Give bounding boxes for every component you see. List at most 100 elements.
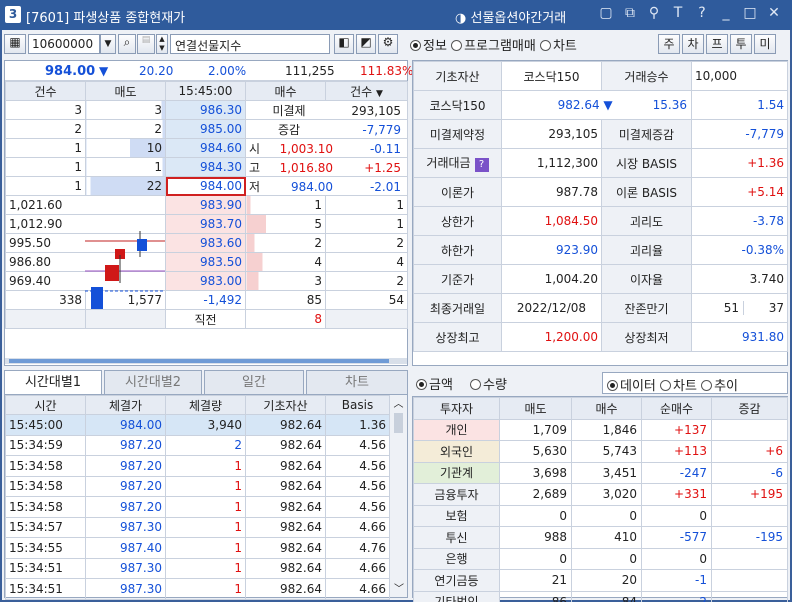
settings-gear-icon[interactable]: ⚙ [378,34,398,54]
maximize-icon[interactable]: □ [739,5,763,21]
pin-icon[interactable]: ⚲ [643,5,667,21]
remaining-days-2: 37 [768,301,784,315]
quick-open-interest-button[interactable]: 미 [754,34,776,54]
code-dropdown-icon[interactable]: ▼ [100,34,116,54]
col-ask-count: 건수 [5,81,86,101]
book-scrollbar[interactable] [5,358,407,364]
code-stepper[interactable]: ▲ ▼ [156,34,168,54]
radio-amount[interactable]: 금액 [416,374,453,393]
tick-row[interactable]: 15:34:58 987.20 1 982.64 4.56 [5,455,390,477]
ask-row[interactable]: 1 10 984.60 시 1,003.10 -0.11 [5,138,408,158]
window-number-badge: 3 [5,6,21,23]
quick-investor-button[interactable]: 투 [730,34,752,54]
quick-stock-button[interactable]: 주 [658,34,680,54]
ask-side-value: 1,016.80 [279,160,333,175]
order-book-panel: 984.00 ▼ 20.20 2.00% 111,255 111.83% 건수 … [4,60,413,366]
minimize-icon[interactable]: _ [715,5,739,21]
tick-row[interactable]: 15:34:57 987.30 1 982.64 4.66 [5,516,390,538]
book-scroll-thumb[interactable] [9,359,389,363]
tick-row[interactable]: 15:34:59 987.20 2 982.64 4.56 [5,434,390,456]
window-title: [7601] 파생상품 종합현재가 [26,11,186,26]
col-time: 15:45:00 [165,81,246,101]
radio-info[interactable]: 정보 [410,39,447,54]
ask-price: 986.30 [165,100,246,120]
help-icon[interactable]: ? [474,158,489,172]
search-icon[interactable]: ⌕ [118,34,136,54]
info-row: 이론가 987.78 이론 BASIS +5.14 [413,177,788,207]
night-trading-toggle[interactable]: ◑ 선물옵션야간거래 [455,7,566,26]
tick-row[interactable]: 15:34:51 987.30 1 982.64 4.66 [5,557,390,579]
layout-2-icon[interactable]: ◩ [356,34,376,54]
tab-chart[interactable]: 차트 [306,370,408,394]
tick-time: 15:34:51 [5,557,86,579]
investor-col-header: 투자자 [413,397,500,420]
investor-net: -2 [641,590,712,602]
bid-row[interactable]: 969.40 983.00 3 2 [5,271,408,291]
tick-scroll-thumb[interactable] [394,413,403,433]
radio-quantity[interactable]: 수량 [470,374,507,393]
tick-scrollbar[interactable]: ︿ ﹀ [389,395,407,597]
bid-count: 4 [325,252,408,272]
investor-row: 보험 0 0 0 [413,504,788,527]
investor-sell: 0 [499,547,572,570]
scroll-down-icon[interactable]: ﹀ [390,580,408,595]
radio-data[interactable]: 데이터 [607,379,656,394]
radio-investor-chart[interactable]: 차트 [660,379,697,394]
ask-row[interactable]: 1 1 984.30 고 1,016.80 +1.25 [5,157,408,177]
font-icon[interactable]: T [667,5,691,21]
code-list-icon[interactable]: ▦ [4,34,26,54]
ask-row[interactable]: 3 3 986.30 미결제 293,105 [5,100,408,120]
tick-basis: 4.56 [325,496,390,518]
tick-volume: 2 [165,434,246,456]
info-label: 이론가 [413,177,502,207]
scroll-up-icon[interactable]: ︿ [390,395,407,413]
tick-row[interactable]: 15:34:58 987.20 1 982.64 4.56 [5,496,390,518]
underlying-arrow-icon: ▼ [599,98,613,112]
investor-row: 외국인 5,630 5,743 +113 +6 [413,440,788,463]
layout-1-icon[interactable]: ◧ [334,34,354,54]
tick-underlying: 982.64 [245,414,326,436]
bid-row[interactable]: 986.80 983.50 4 4 [5,252,408,272]
tab-time-2[interactable]: 시간대별2 [104,370,202,394]
investor-delta: +6 [711,440,788,463]
layout-icon[interactable]: ▢ [595,5,619,21]
bid-row[interactable]: 1,012.90 983.70 5 1 [5,214,408,234]
ask-qty: 2 [85,119,166,139]
bid-row[interactable]: 995.50 983.60 2 2 [5,233,408,253]
ask-row[interactable]: 1 22 984.00 저 984.00 -2.01 [5,176,408,196]
bid-row[interactable]: 1,021.60 983.90 1 1 [5,195,408,215]
ask-qty: 1 [85,157,166,177]
quick-program-button[interactable]: 프 [706,34,728,54]
tick-basis: 1.36 [325,414,390,436]
tick-basis: 4.66 [325,557,390,579]
tick-price: 987.30 [85,516,166,538]
radio-info-label: 정보 [423,39,447,54]
tick-price: 987.30 [85,557,166,579]
tick-row[interactable]: 15:34:55 987.40 1 982.64 4.76 [5,537,390,559]
col-bid-count[interactable]: 건수 ▼ [325,81,408,101]
total-bid-qty: 85 [245,290,326,310]
investor-table: 투자자 매도 매수 순매수 증감 개인 1,709 1,846 +137 외국인 5,630 5,7… [413,397,788,602]
tick-volume: 1 [165,475,246,497]
tick-row[interactable]: 15:45:00 984.00 3,940 982.64 1.36 [5,414,390,436]
tick-price: 987.30 [85,578,166,600]
radio-chart[interactable]: 차트 [539,39,577,54]
ask-side-label: 고 [249,160,261,175]
help-icon[interactable]: ? [691,5,715,21]
investor-name: 연기금등 [413,569,500,592]
tab-time-1[interactable]: 시간대별1 [4,370,102,394]
tick-row[interactable]: 15:34:51 987.30 1 982.64 4.66 [5,578,390,600]
quick-chart-button[interactable]: 차 [682,34,704,54]
close-icon[interactable]: ✕ [763,5,787,21]
shortcut-icon[interactable]: ▤ [137,34,155,54]
ask-row[interactable]: 2 2 985.00 증감 -7,779 [5,119,408,139]
investor-sell: 2,689 [499,483,572,506]
investor-sell: 3,698 [499,461,572,484]
tab-daily[interactable]: 일간 [204,370,304,394]
radio-program[interactable]: 프로그램매매 [451,39,536,54]
radio-trend[interactable]: 추이 [701,379,738,394]
popup-icon[interactable]: ⧉ [619,5,643,21]
main-area: ▦ 10600000 ▼ ⌕ ▤ ▲ ▼ 연결선물지수 ◧ ◩ ⚙ 정보 프로그램… [2,30,790,602]
code-input[interactable]: 10600000 [28,34,100,54]
tick-row[interactable]: 15:34:58 987.20 1 982.64 4.56 [5,475,390,497]
